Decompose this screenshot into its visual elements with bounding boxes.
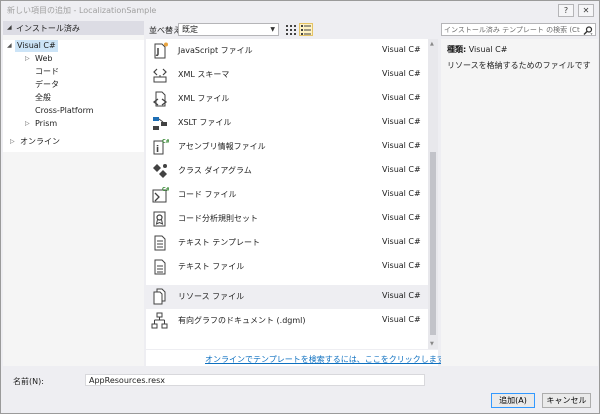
name-label: 名前(N):	[13, 377, 44, 386]
template-item[interactable]: テキスト テンプレート Visual C#	[146, 231, 428, 255]
template-search-input[interactable]	[444, 25, 580, 35]
search-online-templates-link[interactable]: オンラインでテンプレートを検索するには、ここをクリックします。	[205, 354, 452, 365]
installed-header-label: インストール済み	[16, 24, 80, 33]
template-type: 種類: Visual C#	[447, 45, 508, 54]
template-item[interactable]: XML ファイル Visual C#	[146, 87, 428, 111]
scroll-up-icon[interactable]: ▲	[430, 41, 434, 47]
collapsed-icon[interactable]: ▷	[10, 136, 15, 148]
add-button[interactable]: 追加(A)	[491, 393, 535, 408]
online-link-area: オンラインでテンプレートを検索するには、ここをクリックします。	[146, 350, 452, 366]
template-item[interactable]: コード分析規則セット Visual C#	[146, 207, 428, 231]
svg-text:i: i	[156, 145, 159, 155]
category-panel: ◢ インストール済み ◢ Visual C# ▷ Web コード データ 全般 …	[3, 21, 144, 366]
template-item[interactable]: 有向グラフのドキュメント (.dgml) Visual C#	[146, 309, 428, 333]
xml-file-icon	[152, 91, 168, 107]
template-item[interactable]: JavaScript ファイル Visual C#	[146, 39, 428, 63]
template-item[interactable]: テキスト ファイル Visual C#	[146, 255, 428, 279]
add-new-item-dialog: 新しい項目の追加 - LocalizationSample ? ✕ ◢ インスト…	[0, 0, 600, 414]
template-details-panel: 種類: Visual C# リソースを格納するためのファイルです	[441, 39, 598, 366]
close-button[interactable]: ✕	[578, 4, 594, 17]
collapse-icon: ◢	[7, 24, 12, 31]
list-view-icon	[301, 24, 311, 35]
javascript-file-icon	[154, 42, 168, 59]
template-item[interactable]: C# コード ファイル Visual C#	[146, 183, 428, 207]
grid-view-button[interactable]	[284, 23, 298, 36]
search-icon[interactable]	[582, 25, 594, 35]
resource-file-icon	[153, 288, 166, 305]
sort-dropdown[interactable]: 既定 ▼	[178, 23, 279, 36]
list-view-button[interactable]	[299, 23, 313, 36]
grid-view-icon	[286, 24, 296, 35]
text-template-icon	[154, 235, 166, 251]
template-item[interactable]: クラス ダイアグラム Visual C#	[146, 159, 428, 183]
xslt-file-icon	[153, 117, 167, 130]
scrollbar-thumb[interactable]	[430, 152, 436, 335]
template-item-selected[interactable]: リソース ファイル Visual C#	[146, 285, 428, 309]
assembly-info-icon: i C#	[153, 139, 169, 155]
collapsed-icon[interactable]: ▷	[25, 118, 30, 130]
scroll-down-icon[interactable]: ▼	[430, 341, 434, 347]
title-bar: 新しい項目の追加 - LocalizationSample ? ✕	[1, 1, 599, 20]
online-header[interactable]: ▷ オンライン	[3, 136, 144, 148]
code-file-icon: C#	[152, 187, 169, 203]
cancel-button[interactable]: キャンセル	[542, 393, 591, 408]
template-item[interactable]: XML スキーマ Visual C#	[146, 63, 428, 87]
svg-text:C#: C#	[162, 187, 169, 193]
class-diagram-icon	[153, 164, 167, 178]
directed-graph-icon	[151, 312, 168, 329]
template-search-box	[441, 23, 596, 36]
svg-text:C#: C#	[162, 139, 169, 145]
name-input[interactable]	[85, 374, 425, 386]
template-list: JavaScript ファイル Visual C# XML スキーマ Visua…	[146, 39, 438, 349]
template-item[interactable]: XSLT ファイル Visual C#	[146, 111, 428, 135]
window-title: 新しい項目の追加 - LocalizationSample	[7, 6, 157, 15]
sort-selected-value: 既定	[182, 25, 198, 34]
template-list-scrollbar[interactable]: ▲ ▼	[428, 39, 438, 349]
tree-node-visual-csharp[interactable]: ◢ Visual C#	[7, 40, 87, 52]
chevron-down-icon: ▼	[270, 26, 275, 33]
installed-header[interactable]: ◢ インストール済み	[3, 21, 144, 35]
ruleset-icon	[153, 211, 166, 227]
text-file-icon	[154, 259, 166, 275]
collapsed-icon[interactable]: ▷	[25, 53, 30, 65]
xml-schema-icon	[153, 68, 167, 83]
help-button[interactable]: ?	[558, 4, 574, 17]
template-item[interactable]: i C# アセンブリ情報ファイル Visual C#	[146, 135, 428, 159]
template-description: リソースを格納するためのファイルです	[447, 61, 591, 70]
expanded-icon[interactable]: ◢	[7, 40, 12, 52]
